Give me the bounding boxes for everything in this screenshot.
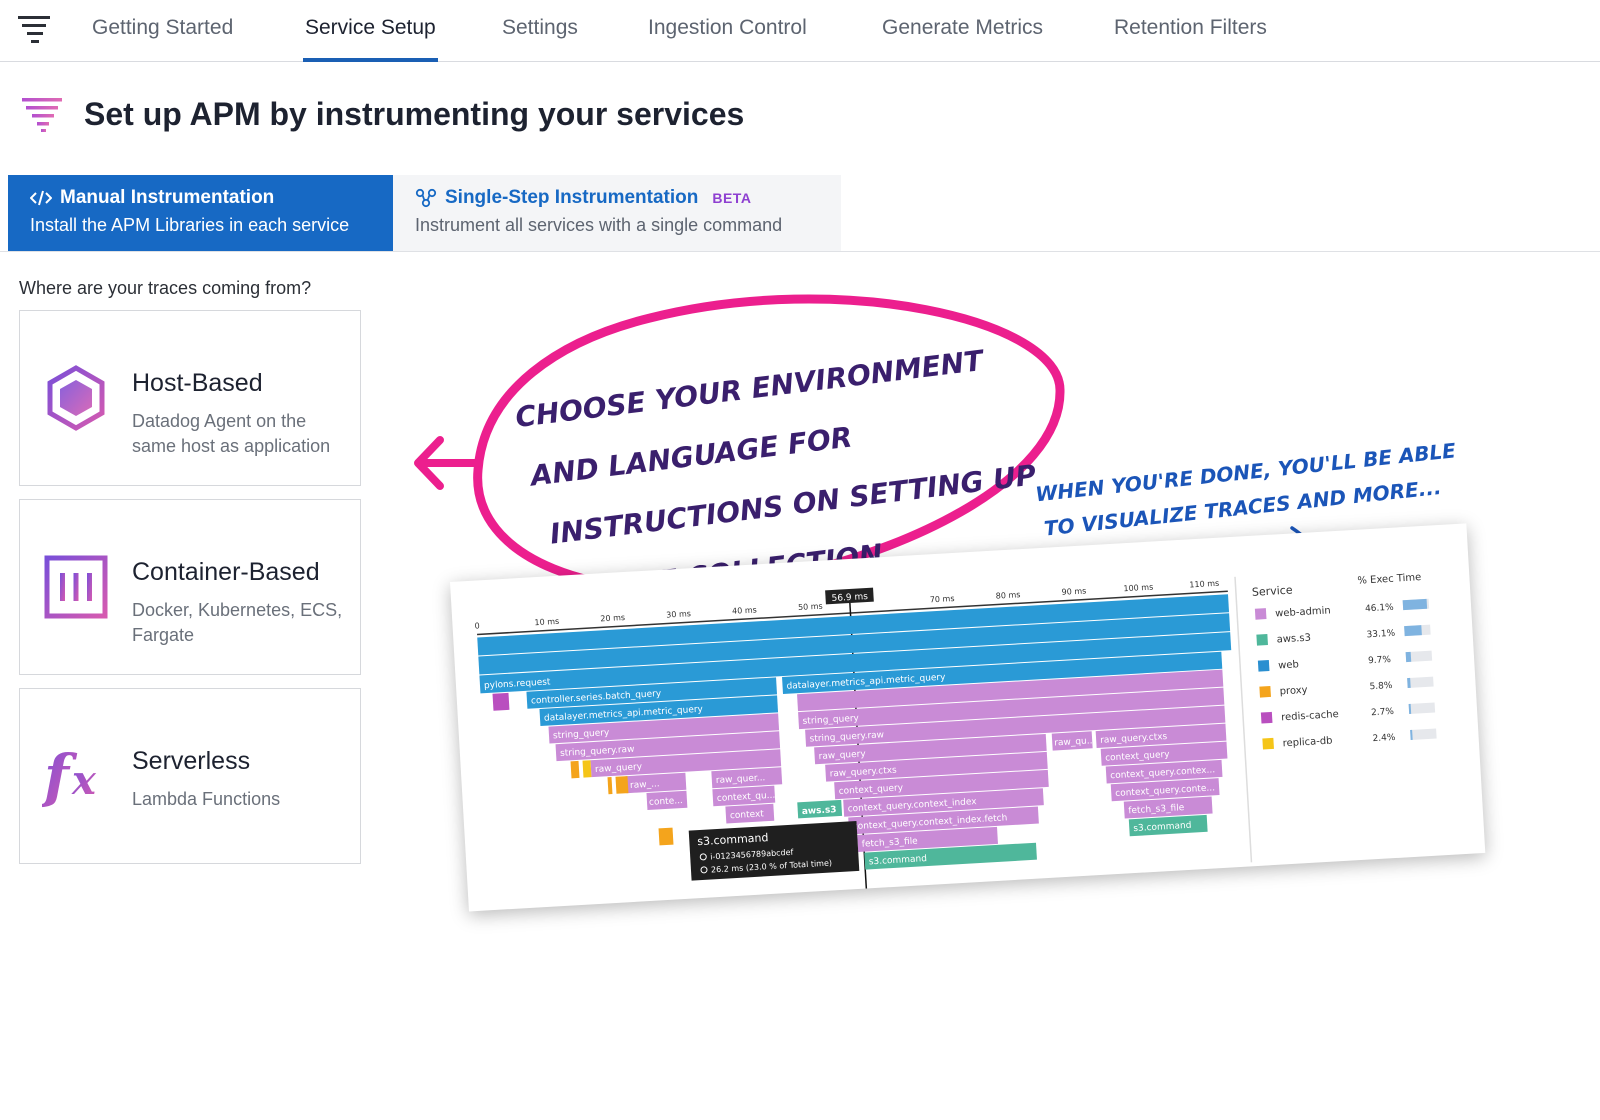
tick-label: 0	[474, 621, 480, 630]
tick-label: 70 ms	[930, 594, 955, 604]
list-filter-icon[interactable]	[18, 14, 50, 44]
span-label: aws.s3	[802, 805, 837, 817]
service-legend: Service % Exec Time web-admin 46.1% aws.s3…	[1252, 572, 1437, 750]
span-bar	[492, 692, 510, 711]
container-icon	[44, 555, 108, 619]
annotation-line-1: CHOOSE YOUR ENVIRONMENT	[514, 344, 987, 434]
tick-label: 50 ms	[798, 602, 823, 612]
annotation-line-3: INSTRUCTIONS ON SETTING UP	[548, 458, 1038, 550]
span-bar	[607, 777, 613, 795]
legend-service-name: proxy	[1279, 685, 1308, 698]
container-based-card[interactable]: Container-Based Docker, Kubernetes, ECS,…	[19, 499, 361, 675]
card-title: Serverless	[132, 747, 251, 775]
span-label: context	[730, 809, 765, 821]
legend-swatch	[1254, 608, 1267, 620]
span-label: conte...	[649, 796, 683, 808]
legend-exec-pct: 9.7%	[1368, 655, 1392, 666]
tick-label: 80 ms	[995, 590, 1020, 600]
span-bar	[615, 776, 629, 794]
legend-swatch	[1259, 685, 1271, 698]
tab-service-setup[interactable]: Service Setup	[303, 16, 438, 62]
flamegraph-svg: 0 10 ms 20 ms 30 ms 40 ms 50 ms 70 ms 80…	[474, 572, 1437, 889]
tab-settings[interactable]: Settings	[502, 16, 578, 62]
legend-exec-pct: 5.8%	[1369, 681, 1393, 692]
tick-label: 40 ms	[732, 605, 757, 615]
tab-ingestion-control[interactable]: Ingestion Control	[648, 16, 807, 62]
legend-exec-bar-bg	[1407, 676, 1434, 689]
legend-exec-bar	[1402, 598, 1428, 611]
serverless-card[interactable]: f x Serverless Lambda Functions	[19, 688, 361, 864]
beta-badge: BETA	[712, 190, 752, 206]
hexagon-icon	[47, 365, 105, 431]
tick-label: 10 ms	[534, 617, 559, 627]
legend-swatch	[1260, 711, 1273, 724]
traces-source-question: Where are your traces coming from?	[19, 278, 312, 298]
legend-exec-bar	[1405, 651, 1412, 663]
single-step-instrumentation-tab[interactable]: Single-Step Instrumentation BETA Instrum…	[393, 175, 841, 251]
legend-header-exec: % Exec Time	[1357, 572, 1421, 587]
legend-service-name: aws.s3	[1276, 633, 1311, 646]
legend-service-name: web-admin	[1275, 605, 1331, 619]
secondary-annotation-line-1: WHEN YOU'RE DONE, YOU'LL BE ABLE	[1034, 438, 1457, 506]
tab-generate-metrics[interactable]: Generate Metrics	[882, 16, 1043, 62]
tick-label: 110 ms	[1189, 579, 1219, 590]
span-bar	[570, 760, 580, 779]
legend-exec-bar-bg	[1408, 702, 1436, 715]
legend-exec-bar	[1407, 677, 1411, 689]
manual-subtitle: Install the APM Libraries in each servic…	[30, 215, 350, 235]
legend-exec-pct: 33.1%	[1366, 629, 1396, 641]
legend-swatch	[1257, 659, 1270, 672]
span-bar	[658, 827, 674, 846]
legend-exec-bar	[1404, 625, 1422, 637]
legend-exec-pct: 46.1%	[1365, 603, 1395, 615]
legend-service-name: web	[1278, 659, 1299, 671]
legend-header-service: Service	[1252, 584, 1294, 599]
trace-flamegraph-preview: 0 10 ms 20 ms 30 ms 40 ms 50 ms 70 ms 80…	[450, 523, 1486, 912]
legend-service-name: replica-db	[1282, 735, 1332, 749]
tick-label: 100 ms	[1123, 583, 1153, 594]
host-based-card[interactable]: Host-Based Datadog Agent on the same hos…	[19, 310, 361, 486]
span-bar	[582, 760, 592, 778]
annotation-ellipse	[473, 294, 1065, 595]
tab-getting-started[interactable]: Getting Started	[92, 16, 233, 62]
top-nav: Getting Started Service Setup Settings I…	[0, 0, 1600, 62]
cursor-label: 56.9 ms	[831, 592, 868, 604]
single-step-title: Single-Step Instrumentation	[445, 187, 699, 208]
legend-service-name: redis-cache	[1281, 709, 1339, 723]
annotation-arrow-left	[414, 436, 482, 490]
tick-label: 90 ms	[1061, 586, 1086, 596]
divider	[0, 251, 1600, 252]
tick-label: 30 ms	[666, 609, 691, 619]
tab-retention-filters[interactable]: Retention Filters	[1114, 16, 1267, 62]
legend-exec-pct: 2.4%	[1372, 733, 1396, 744]
page-title: Set up APM by instrumenting your service…	[84, 96, 745, 132]
manual-title: Manual Instrumentation	[60, 187, 275, 208]
card-title: Host-Based	[132, 369, 263, 397]
single-step-subtitle: Instrument all services with a single co…	[415, 215, 783, 235]
network-icon	[415, 188, 437, 208]
card-description: Docker, Kubernetes, ECS, Fargate	[132, 600, 343, 645]
svg-text:x: x	[71, 757, 97, 804]
card-title: Container-Based	[132, 558, 320, 586]
legend-exec-pct: 2.7%	[1371, 707, 1395, 718]
annotation-line-2: AND LANGUAGE FOR	[527, 420, 854, 492]
function-icon: f x	[42, 742, 97, 810]
manual-instrumentation-tab[interactable]: Manual Instrumentation Install the APM L…	[8, 175, 393, 251]
card-description: Lambda Functions	[132, 789, 281, 809]
code-icon	[30, 190, 52, 206]
apm-filter-icon	[22, 98, 62, 132]
span-label: raw_...	[630, 779, 660, 791]
tick-label: 20 ms	[600, 613, 625, 623]
legend-swatch	[1262, 737, 1274, 750]
card-description: Datadog Agent on the same host as applic…	[132, 411, 331, 456]
legend-exec-bar-bg	[1410, 728, 1437, 740]
legend-swatch	[1256, 634, 1268, 646]
